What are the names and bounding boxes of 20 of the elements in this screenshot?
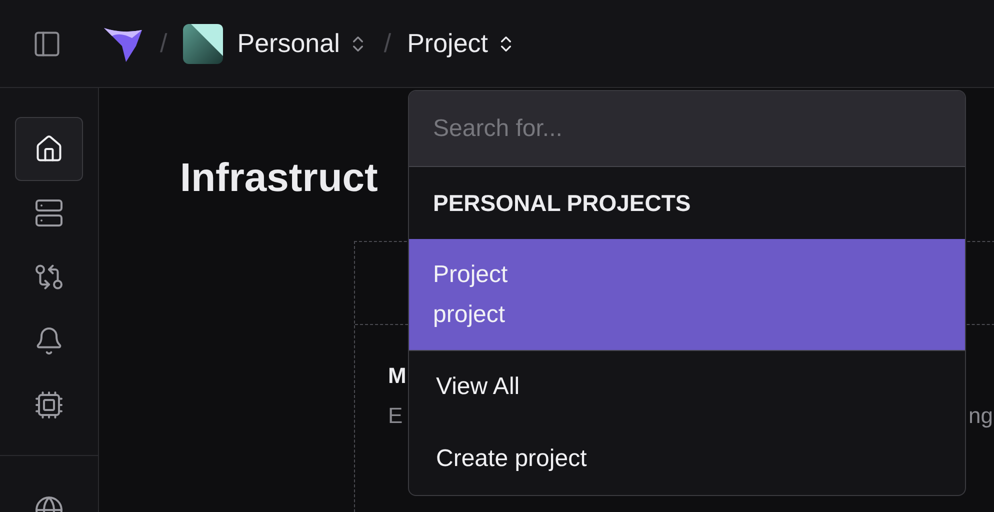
- breadcrumb-separator: /: [384, 28, 392, 59]
- card-description: E: [388, 403, 403, 429]
- menu-action[interactable]: View All: [409, 351, 965, 423]
- project-switcher[interactable]: Project: [407, 28, 516, 59]
- project-option[interactable]: Project project: [409, 239, 965, 351]
- card-description: ng: [968, 403, 993, 429]
- server-icon: [34, 198, 64, 228]
- search-field[interactable]: Search for...: [409, 91, 965, 167]
- breadcrumb-separator: /: [160, 28, 168, 59]
- menu-action[interactable]: Create project: [409, 423, 965, 495]
- home-nav-button[interactable]: [15, 117, 83, 181]
- section-heading: PERSONAL PROJECTS: [432, 188, 692, 218]
- page-title: Infrastruct: [180, 156, 379, 201]
- team-switcher[interactable]: Personal: [237, 28, 368, 59]
- team-avatar-icon: [183, 24, 224, 64]
- compare-arrows-icon: [34, 262, 64, 292]
- bell-icon: [34, 326, 64, 356]
- card-heading: M: [388, 363, 406, 389]
- home-icon: [34, 134, 64, 164]
- chip-icon: [34, 390, 64, 420]
